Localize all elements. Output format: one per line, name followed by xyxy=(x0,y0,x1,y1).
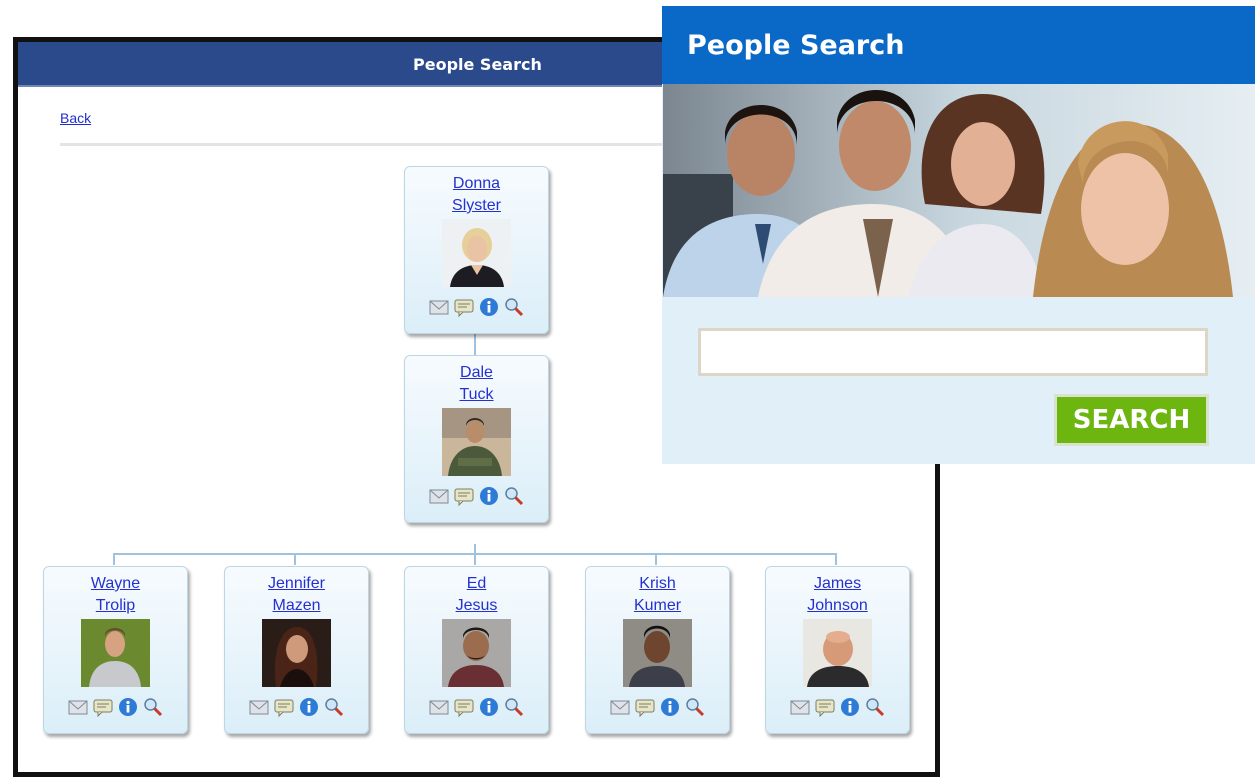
info-icon[interactable] xyxy=(299,697,319,717)
message-icon[interactable] xyxy=(454,697,474,718)
search-panel: People Search SEARCH xyxy=(662,6,1255,464)
person-name-link[interactable]: Jennifer Mazen xyxy=(225,573,368,617)
person-photo xyxy=(81,619,150,687)
search-panel-header: People Search xyxy=(662,6,1255,84)
message-icon[interactable] xyxy=(93,697,113,718)
email-icon[interactable] xyxy=(429,486,449,506)
search-icon[interactable] xyxy=(324,697,344,717)
connector-report-5 xyxy=(835,553,837,565)
divider xyxy=(60,143,680,146)
person-card-report: James Johnson xyxy=(765,566,910,734)
person-name-link[interactable]: Ed Jesus xyxy=(405,573,548,617)
connector-root-manager xyxy=(474,334,476,356)
person-name-link[interactable]: James Johnson xyxy=(766,573,909,617)
person-photo xyxy=(803,619,872,687)
email-icon[interactable] xyxy=(610,697,630,717)
person-name-link[interactable]: Wayne Trolip xyxy=(44,573,187,617)
person-name-link[interactable]: Donna Slyster xyxy=(405,173,548,217)
person-photo xyxy=(442,219,511,287)
card-actions xyxy=(586,697,729,718)
search-icon[interactable] xyxy=(504,297,524,317)
message-icon[interactable] xyxy=(635,697,655,718)
org-chart-title: People Search xyxy=(413,55,542,74)
back-link[interactable]: Back xyxy=(60,110,91,126)
email-icon[interactable] xyxy=(429,697,449,717)
hero-image xyxy=(663,84,1255,297)
email-icon[interactable] xyxy=(249,697,269,717)
info-icon[interactable] xyxy=(479,486,499,506)
message-icon[interactable] xyxy=(454,297,474,318)
email-icon[interactable] xyxy=(429,297,449,317)
info-icon[interactable] xyxy=(479,297,499,317)
connector-report-1 xyxy=(113,553,115,565)
email-icon[interactable] xyxy=(68,697,88,717)
search-panel-title: People Search xyxy=(687,29,905,61)
person-name-link[interactable]: Krish Kumer xyxy=(586,573,729,617)
person-card-report: Wayne Trolip xyxy=(43,566,188,734)
card-actions xyxy=(405,486,548,507)
message-icon[interactable] xyxy=(454,486,474,507)
person-card-root: Donna Slyster xyxy=(404,166,549,334)
email-icon[interactable] xyxy=(790,697,810,717)
message-icon[interactable] xyxy=(274,697,294,718)
search-button[interactable]: SEARCH xyxy=(1054,394,1209,446)
person-card-report: Jennifer Mazen xyxy=(224,566,369,734)
search-icon[interactable] xyxy=(865,697,885,717)
card-actions xyxy=(766,697,909,718)
card-actions xyxy=(405,697,548,718)
search-icon[interactable] xyxy=(143,697,163,717)
connector-report-4 xyxy=(655,553,657,565)
card-actions xyxy=(405,297,548,318)
person-photo xyxy=(442,408,511,476)
info-icon[interactable] xyxy=(479,697,499,717)
search-icon[interactable] xyxy=(504,486,524,506)
info-icon[interactable] xyxy=(660,697,680,717)
person-name-link[interactable]: Dale Tuck xyxy=(405,362,548,406)
search-icon[interactable] xyxy=(685,697,705,717)
search-input[interactable] xyxy=(698,328,1208,376)
person-card-manager: Dale Tuck xyxy=(404,355,549,523)
connector-report-3 xyxy=(474,553,476,565)
person-photo xyxy=(442,619,511,687)
card-actions xyxy=(44,697,187,718)
person-photo xyxy=(623,619,692,687)
person-card-report: Ed Jesus xyxy=(404,566,549,734)
message-icon[interactable] xyxy=(815,697,835,718)
card-actions xyxy=(225,697,368,718)
info-icon[interactable] xyxy=(840,697,860,717)
person-photo xyxy=(262,619,331,687)
info-icon[interactable] xyxy=(118,697,138,717)
person-card-report: Krish Kumer xyxy=(585,566,730,734)
connector-report-2 xyxy=(294,553,296,565)
search-icon[interactable] xyxy=(504,697,524,717)
